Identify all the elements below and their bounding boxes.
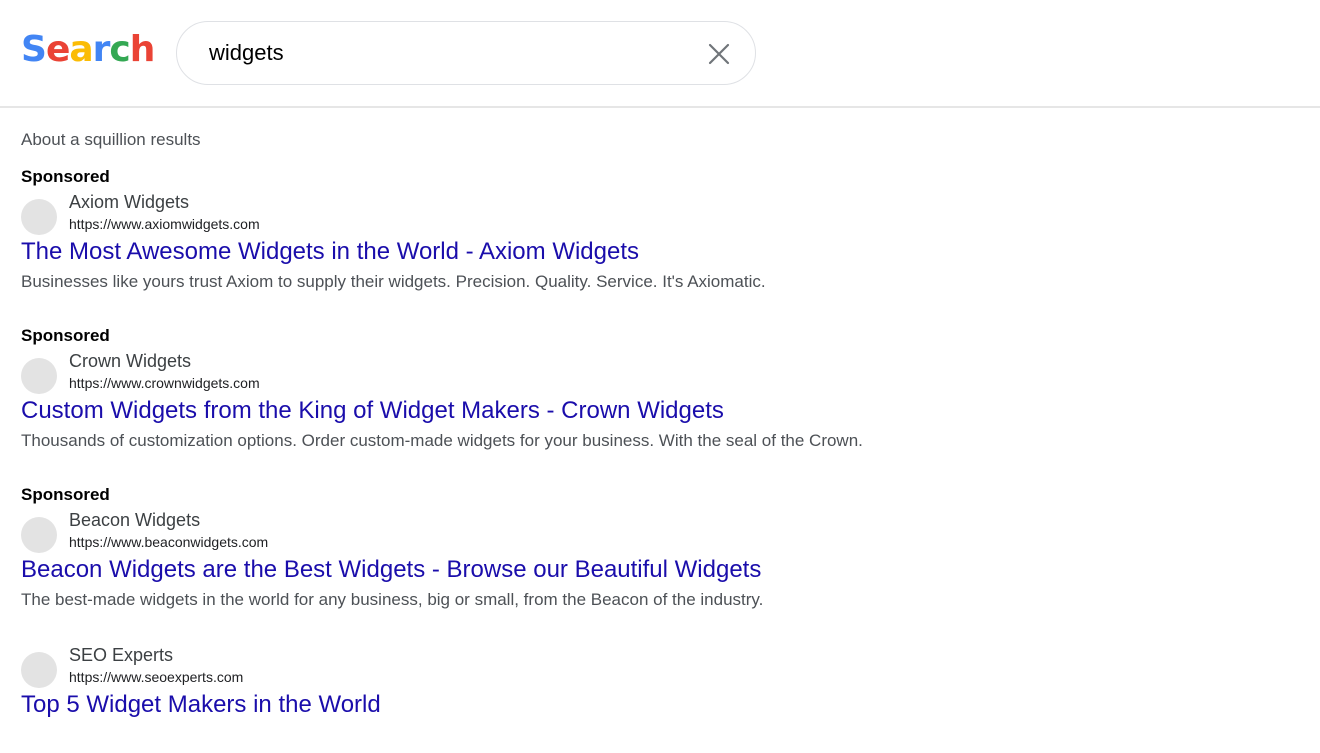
sponsored-result: Sponsored Beacon Widgets https://www.bea… (21, 485, 1121, 612)
search-logo[interactable]: Search (21, 28, 156, 72)
sponsored-result: Sponsored Axiom Widgets https://www.axio… (21, 167, 1121, 294)
site-url: https://www.axiomwidgets.com (69, 216, 260, 232)
result-source[interactable]: SEO Experts https://www.seoexperts.com (21, 644, 1121, 688)
sponsored-label: Sponsored (21, 167, 110, 186)
site-favicon (21, 358, 57, 394)
site-name: SEO Experts (69, 645, 174, 665)
site-url: https://www.beaconwidgets.com (69, 534, 269, 550)
logo-letter: r (92, 29, 111, 70)
logo-letter: e (45, 29, 70, 70)
result-snippet: Businesses like yours trust Axiom to sup… (21, 272, 766, 291)
search-input[interactable] (209, 36, 669, 70)
search-header: Search (0, 0, 1320, 108)
logo-letter: h (129, 29, 156, 70)
sponsored-result: Sponsored Crown Widgets https://www.crow… (21, 326, 1121, 453)
result-snippet: Thousands of customization options. Orde… (21, 431, 863, 450)
logo-letter: a (69, 29, 93, 70)
result-snippet: The best-made widgets in the world for a… (21, 590, 764, 609)
result-title-link[interactable]: Custom Widgets from the King of Widget M… (21, 395, 1121, 427)
result-source[interactable]: Axiom Widgets https://www.axiomwidgets.c… (21, 191, 1121, 235)
site-name: Crown Widgets (69, 351, 192, 371)
close-icon[interactable] (705, 40, 733, 68)
organic-result: SEO Experts https://www.seoexperts.com T… (21, 644, 1121, 721)
sponsored-label: Sponsored (21, 326, 110, 345)
site-name: Beacon Widgets (69, 510, 201, 530)
result-source[interactable]: Beacon Widgets https://www.beaconwidgets… (21, 509, 1121, 553)
site-name: Axiom Widgets (69, 192, 190, 212)
result-source[interactable]: Crown Widgets https://www.crownwidgets.c… (21, 350, 1121, 394)
result-title-link[interactable]: The Most Awesome Widgets in the World - … (21, 236, 1121, 268)
site-favicon (21, 652, 57, 688)
site-favicon (21, 517, 57, 553)
results-list: About a squillion results Sponsored Axio… (21, 128, 1121, 753)
result-title-link[interactable]: Top 5 Widget Makers in the World (21, 689, 1121, 721)
site-favicon (21, 199, 57, 235)
logo-letter: S (21, 29, 47, 70)
search-box[interactable] (176, 21, 756, 85)
sponsored-label: Sponsored (21, 485, 110, 504)
site-url: https://www.seoexperts.com (69, 669, 244, 685)
result-title-link[interactable]: Beacon Widgets are the Best Widgets - Br… (21, 554, 1121, 586)
result-stats: About a squillion results (21, 130, 201, 149)
site-url: https://www.crownwidgets.com (69, 375, 260, 391)
clear-search-button[interactable] (705, 40, 733, 68)
logo-letter: c (109, 29, 130, 70)
